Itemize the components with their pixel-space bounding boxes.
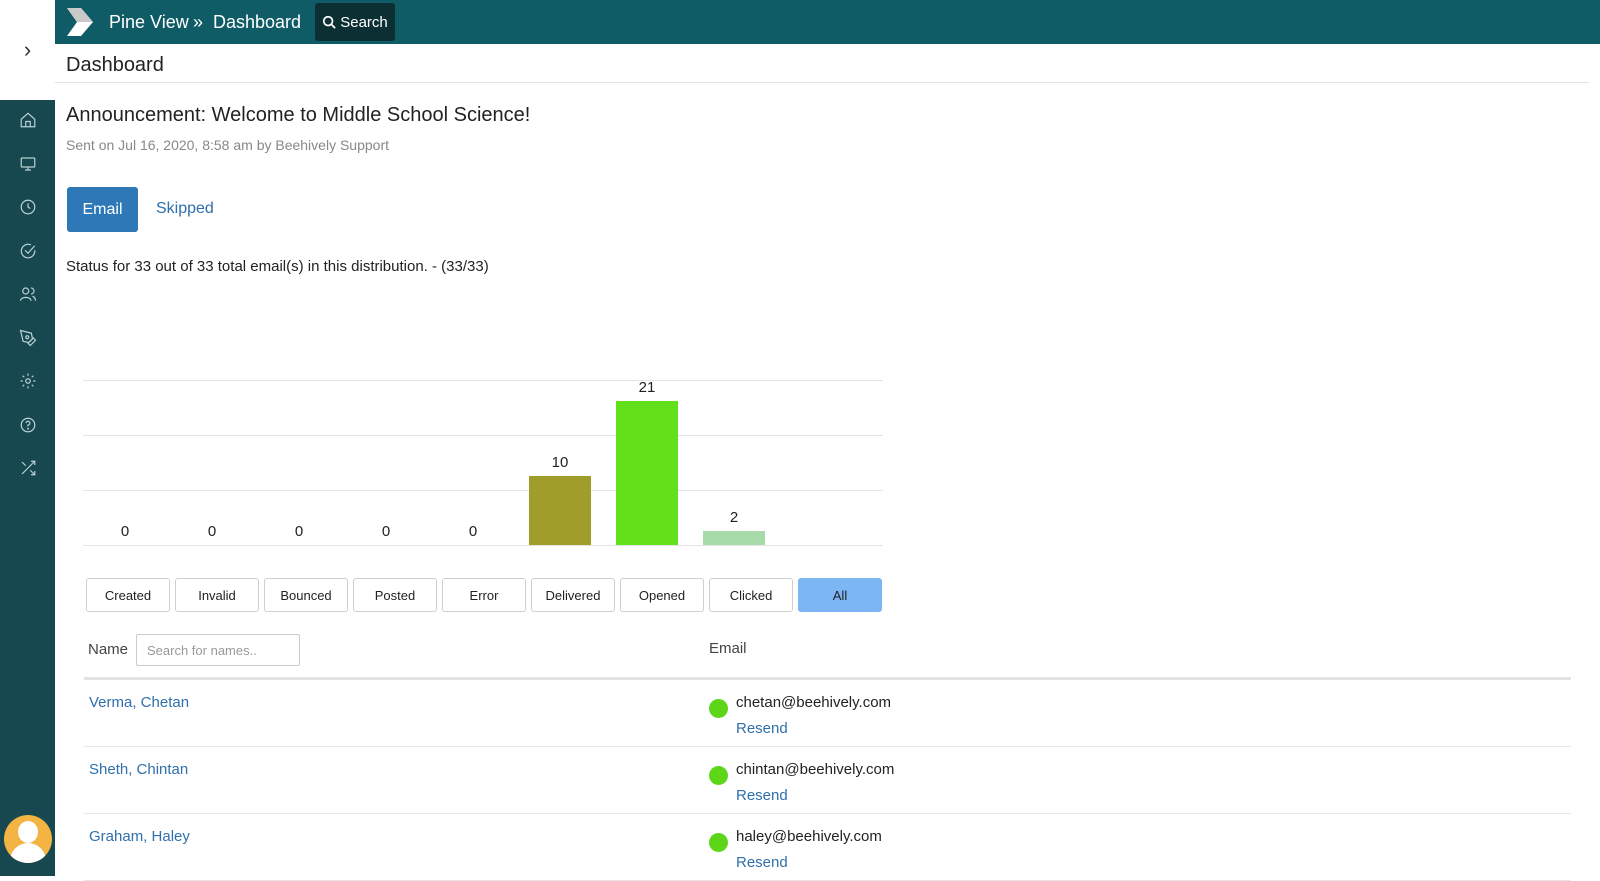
search-button[interactable]: Search — [315, 3, 395, 41]
chart-gridline — [83, 435, 883, 436]
chart-bar — [616, 401, 678, 545]
page-title: Dashboard — [66, 54, 164, 76]
chart-gridline — [83, 545, 883, 546]
settings-icon[interactable] — [16, 369, 40, 393]
status-dot — [709, 766, 728, 785]
filter-invalid-button[interactable]: Invalid — [175, 578, 259, 612]
monitor-icon[interactable] — [16, 152, 40, 176]
home-icon[interactable] — [16, 108, 40, 132]
recipient-email: haley@beehively.com — [736, 828, 882, 845]
recipient-name-link[interactable]: Graham, Haley — [89, 828, 190, 845]
filter-all-button[interactable]: All — [798, 578, 882, 612]
chart-data-label: 0 — [294, 523, 304, 540]
sidebar: › — [0, 0, 55, 876]
status-dot — [709, 699, 728, 718]
status-bar-chart: 0 0 0 0 0 10 21 2 — [80, 379, 886, 560]
table-header-name: Name — [88, 641, 129, 658]
check-circle-icon[interactable] — [16, 239, 40, 263]
resend-link[interactable]: Resend — [736, 787, 788, 804]
clock-icon[interactable] — [16, 195, 40, 219]
sidebar-toggle[interactable]: › — [0, 0, 55, 100]
filter-posted-button[interactable]: Posted — [353, 578, 437, 612]
help-icon[interactable] — [16, 413, 40, 437]
name-search-input[interactable] — [136, 634, 300, 666]
breadcrumb-home[interactable]: Pine View — [109, 12, 189, 33]
chart-gridline — [83, 380, 883, 381]
tab-email[interactable]: Email — [67, 187, 138, 232]
chart-data-label: 2 — [729, 509, 739, 526]
avatar[interactable] — [4, 815, 52, 863]
breadcrumb-separator: » — [193, 12, 204, 32]
chevron-right-icon[interactable]: › — [24, 39, 31, 61]
chart-bar — [703, 531, 765, 545]
chart-data-label: 21 — [638, 379, 656, 396]
filter-opened-button[interactable]: Opened — [620, 578, 704, 612]
chart-data-label: 0 — [120, 523, 130, 540]
divider — [55, 82, 1589, 83]
recipient-name-link[interactable]: Sheth, Chintan — [89, 761, 188, 778]
filter-error-button[interactable]: Error — [442, 578, 526, 612]
announcement-title: Announcement: Welcome to Middle School S… — [66, 104, 531, 126]
resend-link[interactable]: Resend — [736, 854, 788, 871]
table-row: Graham, Haley haley@beehively.com Resend — [84, 814, 1571, 881]
filter-created-button[interactable]: Created — [86, 578, 170, 612]
logo[interactable] — [67, 8, 93, 36]
chart-gridline — [83, 490, 883, 491]
resend-link[interactable]: Resend — [736, 720, 788, 737]
status-text: Status for 33 out of 33 total email(s) i… — [66, 258, 489, 275]
chart-data-label: 0 — [381, 523, 391, 540]
filter-clicked-button[interactable]: Clicked — [709, 578, 793, 612]
table-header-email: Email — [709, 640, 747, 657]
chart-data-label: 0 — [468, 523, 478, 540]
users-icon[interactable] — [16, 282, 40, 306]
status-dot — [709, 833, 728, 852]
recipient-name-link[interactable]: Verma, Chetan — [89, 694, 189, 711]
announcement-meta: Sent on Jul 16, 2020, 8:58 am by Beehive… — [66, 137, 389, 153]
shuffle-icon[interactable] — [16, 456, 40, 480]
chart-data-label: 10 — [551, 454, 569, 471]
chart-bar — [529, 476, 591, 545]
recipient-email: chetan@beehively.com — [736, 694, 892, 711]
table-row: Verma, Chetan chetan@beehively.com Resend — [84, 680, 1571, 747]
tab-skipped[interactable]: Skipped — [156, 200, 214, 218]
breadcrumb-current[interactable]: Dashboard — [213, 12, 301, 33]
top-bar: Pine View » Dashboard Search — [55, 0, 1600, 44]
pen-tool-icon[interactable] — [16, 326, 40, 350]
filter-bounced-button[interactable]: Bounced — [264, 578, 348, 612]
filter-delivered-button[interactable]: Delivered — [531, 578, 615, 612]
recipient-email: chintan@beehively.com — [736, 761, 895, 778]
search-icon — [323, 15, 336, 29]
table-row: Sheth, Chintan chintan@beehively.com Resen… — [84, 747, 1571, 814]
chart-data-label: 0 — [207, 523, 217, 540]
search-button-label: Search — [340, 13, 388, 31]
